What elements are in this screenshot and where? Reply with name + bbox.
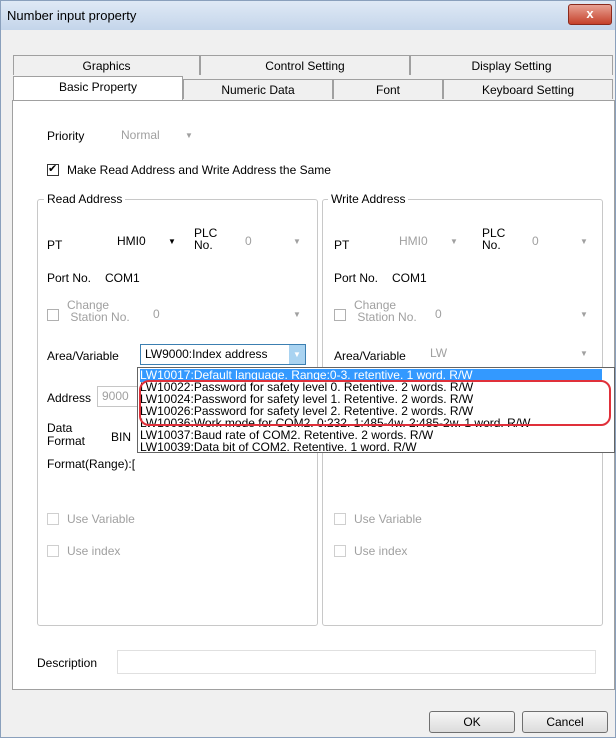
read-data-format-label: Data Format [47, 421, 86, 448]
read-format-range-label: Format(Range):[ [47, 457, 136, 471]
write-change-station-checkbox[interactable] [334, 309, 346, 321]
read-address-value: 9000 [102, 389, 129, 403]
close-icon: x [586, 6, 594, 21]
write-use-index-checkbox[interactable] [334, 545, 346, 557]
write-station-value: 0 [435, 307, 442, 321]
read-area-select[interactable]: LW9000:Index address ▼ [140, 344, 306, 365]
read-use-index-label: Use index [67, 544, 121, 558]
read-use-index-checkbox[interactable] [47, 545, 59, 557]
write-port-value: COM1 [392, 271, 427, 285]
read-address-title: Read Address [44, 192, 126, 206]
chevron-down-icon: ▼ [450, 237, 458, 246]
write-station-select[interactable]: 0 ▼ [431, 305, 592, 326]
window-title: Number input property [7, 8, 137, 23]
read-change-station-checkbox[interactable] [47, 309, 59, 321]
priority-label: Priority [47, 129, 85, 143]
write-plc-select[interactable]: 0 ▼ [528, 232, 592, 253]
tab-basic-property[interactable]: Basic Property [13, 76, 183, 100]
tab-keyboard-setting[interactable]: Keyboard Setting [443, 79, 613, 99]
tab-control-setting[interactable]: Control Setting [200, 55, 410, 75]
read-data-format-value: BIN [111, 430, 132, 444]
read-port-label: Port No. [47, 271, 92, 285]
read-plc-label: PLC No. [194, 226, 218, 252]
chevron-down-icon: ▼ [185, 131, 193, 140]
chevron-down-icon: ▼ [580, 237, 588, 246]
read-pt-select[interactable]: HMI0 ▼ [113, 232, 180, 253]
read-use-variable-label: Use Variable [67, 512, 135, 526]
read-area-value: LW9000:Index address [145, 347, 268, 361]
tab-display-setting[interactable]: Display Setting [410, 55, 613, 75]
chevron-down-icon: ▼ [293, 310, 301, 319]
priority-select[interactable]: Normal ▼ [117, 126, 197, 147]
write-port-label: Port No. [334, 271, 379, 285]
read-pt-value: HMI0 [117, 234, 146, 248]
write-plc-label: PLC No. [482, 226, 506, 252]
close-button[interactable]: x [568, 4, 612, 25]
priority-value: Normal [121, 128, 160, 142]
tab-font[interactable]: Font [333, 79, 443, 99]
read-plc-value: 0 [245, 234, 252, 248]
write-use-variable-checkbox[interactable] [334, 513, 346, 525]
read-area-label: Area/Variable [47, 349, 119, 363]
description-input[interactable] [117, 650, 596, 674]
read-station-value: 0 [153, 307, 160, 321]
write-area-value: LW [430, 346, 448, 360]
read-pt-label: PT [47, 238, 63, 252]
title-bar: Number input property x [1, 1, 615, 30]
chevron-down-icon: ▼ [293, 237, 301, 246]
write-address-title: Write Address [328, 192, 409, 206]
chevron-down-icon: ▼ [580, 310, 588, 319]
tab-graphics[interactable]: Graphics [13, 55, 200, 75]
write-area-select[interactable]: LW ▼ [426, 344, 592, 365]
read-change-station-label: Change Station No. [67, 298, 130, 324]
write-plc-value: 0 [532, 234, 539, 248]
read-address-label: Address [47, 391, 92, 405]
read-station-select[interactable]: 0 ▼ [149, 305, 305, 326]
write-change-station-label: Change Station No. [354, 298, 417, 324]
dropdown-option[interactable]: LW10039:Data bit of COM2. Retentive. 1 w… [140, 441, 417, 453]
read-use-variable-checkbox[interactable] [47, 513, 59, 525]
write-use-variable-label: Use Variable [354, 512, 422, 526]
ok-button[interactable]: OK [429, 711, 515, 733]
chevron-down-icon: ▼ [168, 237, 176, 246]
same-address-checkbox[interactable] [47, 162, 59, 176]
write-area-label: Area/Variable [334, 349, 406, 363]
write-pt-label: PT [334, 238, 350, 252]
area-variable-dropdown-list: LW10017:Default language. Range:0-3. ret… [137, 367, 615, 453]
read-plc-select[interactable]: 0 ▼ [241, 232, 305, 253]
chevron-down-icon: ▼ [289, 345, 305, 364]
write-use-index-label: Use index [354, 544, 408, 558]
chevron-down-icon: ▼ [580, 349, 588, 358]
cancel-button[interactable]: Cancel [522, 711, 608, 733]
same-address-label: Make Read Address and Write Address the … [67, 163, 331, 177]
write-pt-value: HMI0 [399, 234, 428, 248]
write-pt-select[interactable]: HMI0 ▼ [395, 232, 462, 253]
tab-numeric-data[interactable]: Numeric Data [183, 79, 333, 99]
description-label: Description [37, 656, 98, 670]
read-port-value: COM1 [105, 271, 140, 285]
